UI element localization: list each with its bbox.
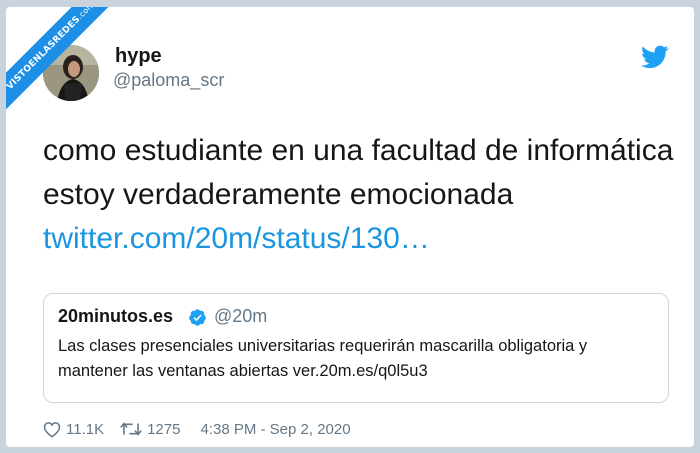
quoted-author-name: 20minutos.es: [58, 306, 174, 326]
watermark-text: VISTOENLASREDES: [6, 14, 83, 92]
quoted-handle: @20m: [214, 306, 268, 326]
tweet-text: como estudiante en una facultad de infor…: [43, 129, 683, 261]
watermark-ribbon: VISTOENLASREDES.com: [6, 7, 116, 117]
author-display-name[interactable]: hype: [115, 45, 162, 68]
quoted-text: Las clases presenciales universitarias r…: [58, 337, 588, 380]
tweet-link[interactable]: twitter.com/20m/status/130…: [43, 222, 430, 255]
quoted-tweet[interactable]: 20minutos.es @20m Las clases presenciale…: [43, 293, 669, 403]
tweet-card: VISTOENLASREDES.com hype @paloma_scr com…: [6, 7, 694, 447]
verified-badge-icon: [189, 309, 206, 326]
retweet-icon[interactable]: [120, 421, 142, 437]
tweet-meta: 11.1K 1275 4:38 PM - Sep 2, 2020: [43, 418, 351, 440]
heart-icon[interactable]: [43, 421, 61, 438]
watermark-band: VISTOENLASREDES.com: [6, 7, 116, 116]
like-count: 11.1K: [66, 420, 105, 438]
twitter-bird-icon[interactable]: [641, 45, 669, 69]
retweet-count: 1275: [147, 420, 181, 438]
tweet-body: como estudiante en una facultad de infor…: [43, 134, 674, 211]
timestamp[interactable]: 4:38 PM - Sep 2, 2020: [200, 421, 350, 438]
author-handle[interactable]: @paloma_scr: [113, 70, 224, 91]
